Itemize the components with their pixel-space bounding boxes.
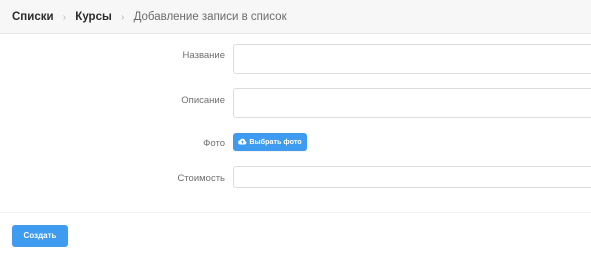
breadcrumb-current: Добавление записи в список: [133, 11, 287, 23]
create-button[interactable]: Создать: [12, 225, 68, 247]
add-record-form: Название Описание Фото Выбрать фото Стои…: [0, 34, 591, 212]
page-header: Списки › Курсы › Добавление записи в спи…: [0, 0, 591, 34]
cloud-upload-icon: [238, 138, 247, 145]
chevron-right-icon: ›: [121, 12, 125, 23]
choose-photo-button[interactable]: Выбрать фото: [233, 133, 307, 151]
price-field[interactable]: [233, 166, 591, 188]
photo-label: Фото: [203, 138, 225, 149]
description-label: Описание: [181, 95, 225, 106]
breadcrumb-item-lists[interactable]: Списки: [12, 11, 54, 23]
footer-divider: [0, 212, 591, 213]
breadcrumb: Списки › Курсы › Добавление записи в спи…: [12, 9, 287, 26]
name-label: Название: [182, 50, 225, 61]
price-label: Стоимость: [177, 173, 225, 184]
name-field[interactable]: [233, 44, 591, 74]
choose-photo-label: Выбрать фото: [249, 137, 302, 146]
description-field[interactable]: [233, 88, 591, 118]
chevron-right-icon: ›: [62, 12, 67, 23]
breadcrumb-item-courses[interactable]: Курсы: [75, 11, 112, 23]
